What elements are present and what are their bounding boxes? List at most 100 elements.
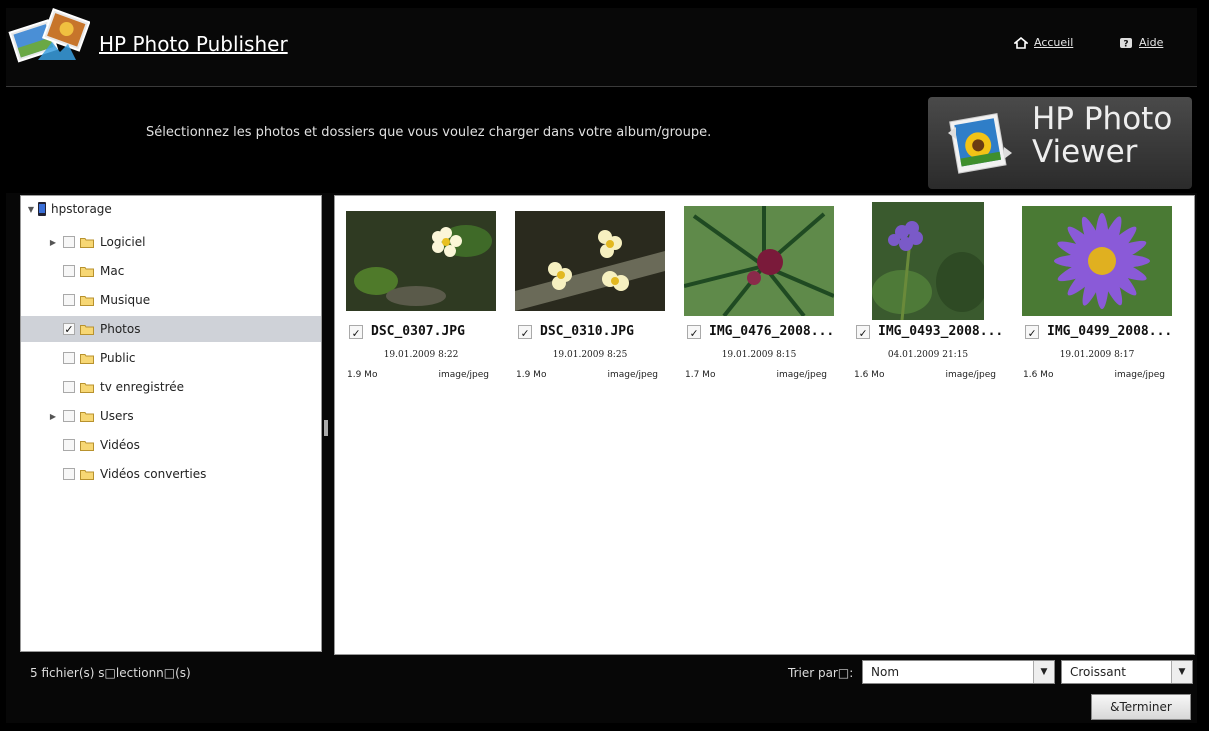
tree-item[interactable]: Musique xyxy=(21,287,321,313)
tree-item[interactable]: Mac xyxy=(21,258,321,284)
folder-checkbox[interactable] xyxy=(63,265,75,277)
folder-icon xyxy=(80,353,94,364)
sort-field-value: Nom xyxy=(871,665,900,679)
photo-size: 1.9 Mo xyxy=(347,370,378,380)
photo-size: 1.6 Mo xyxy=(854,370,885,380)
photo-date: 19.01.2009 8:17 xyxy=(1059,350,1135,360)
home-icon xyxy=(1014,36,1028,49)
viewer-line-2: Viewer xyxy=(1032,134,1138,170)
tree-root-label: hpstorage xyxy=(51,202,112,216)
tree-item[interactable]: Public xyxy=(21,345,321,371)
folder-icon xyxy=(80,411,94,422)
app-title[interactable]: HP Photo Publisher xyxy=(99,32,288,56)
tree-item[interactable]: ▶ Users xyxy=(21,403,321,429)
folder-icon xyxy=(80,266,94,277)
photo-filename-row: ✓ IMG_0493_2008... xyxy=(856,324,1016,340)
photo-checkbox[interactable]: ✓ xyxy=(856,324,870,340)
tree-item-label: tv enregistrée xyxy=(100,380,185,394)
folder-icon xyxy=(80,324,94,335)
photo-date: 19.01.2009 8:25 xyxy=(552,350,628,360)
folder-checkbox[interactable] xyxy=(63,410,75,422)
tree-item[interactable]: Vidéos xyxy=(21,432,321,458)
sort-label: Trier par□: xyxy=(788,666,854,680)
home-link[interactable]: Accueil xyxy=(1014,36,1073,49)
finish-button[interactable]: &Terminer xyxy=(1091,694,1191,720)
photo-filename: IMG_0476_2008... xyxy=(709,324,835,339)
photo-type: image/jpeg xyxy=(1114,370,1165,380)
photo-thumbnail[interactable] xyxy=(337,196,505,326)
photo-checkbox[interactable]: ✓ xyxy=(518,324,532,340)
photo-filename: IMG_0499_2008... xyxy=(1047,324,1173,339)
photo-filename-row: ✓ IMG_0499_2008... xyxy=(1025,324,1185,340)
folder-checkbox[interactable] xyxy=(63,236,75,248)
tree-item[interactable]: Vidéos converties xyxy=(21,461,321,487)
photo-size: 1.6 Mo xyxy=(1023,370,1054,380)
chevron-down-icon[interactable]: ▼ xyxy=(1033,661,1054,683)
tree-root[interactable]: ▼ hpstorage xyxy=(21,196,321,222)
tree-item[interactable]: ▶ Logiciel xyxy=(21,229,321,255)
photo-checkbox[interactable]: ✓ xyxy=(1025,324,1039,340)
viewer-line-1: HP Photo xyxy=(1032,101,1173,137)
folder-checkbox[interactable] xyxy=(63,294,75,306)
photo-card[interactable]: ✓ IMG_0499_2008... 19.01.2009 8:17 1.6 Mo im… xyxy=(1013,196,1181,396)
photo-date: 19.01.2009 8:22 xyxy=(383,350,459,360)
app-window: HP Photo Publisher Accueil ? Aide Sélect… xyxy=(6,8,1197,723)
tree-item[interactable]: tv enregistrée xyxy=(21,374,321,400)
folder-checkbox[interactable] xyxy=(63,352,75,364)
selection-status: 5 fichier(s) s□lectionn□(s) xyxy=(30,666,191,680)
tree-item-label: Photos xyxy=(100,322,141,336)
expand-icon[interactable]: ▶ xyxy=(47,412,59,421)
folder-checkbox[interactable] xyxy=(63,439,75,451)
help-link[interactable]: ? Aide xyxy=(1119,36,1163,49)
photo-size: 1.9 Mo xyxy=(516,370,547,380)
collapse-icon[interactable]: ▼ xyxy=(25,205,37,214)
photo-type: image/jpeg xyxy=(607,370,658,380)
photo-card[interactable]: ✓ IMG_0493_2008... 04.01.2009 21:15 1.6 Mo i… xyxy=(844,196,1012,396)
folder-checkbox[interactable]: ✓ xyxy=(63,323,75,336)
photo-type: image/jpeg xyxy=(945,370,996,380)
photo-thumbnail[interactable] xyxy=(1013,196,1181,326)
folder-icon xyxy=(80,295,94,306)
photo-checkbox[interactable]: ✓ xyxy=(687,324,701,340)
instruction-band: Sélectionnez les photos et dossiers que … xyxy=(6,87,1197,193)
photo-card[interactable]: ✓ IMG_0476_2008... 19.01.2009 8:15 1.7 Mo im… xyxy=(675,196,843,396)
photo-card[interactable]: ✓ DSC_0307.JPG 19.01.2009 8:22 1.9 Mo image/… xyxy=(337,196,505,396)
photo-thumbnail[interactable] xyxy=(844,196,1012,326)
home-link-label: Accueil xyxy=(1034,36,1074,49)
svg-text:?: ? xyxy=(1123,39,1128,49)
folder-checkbox[interactable] xyxy=(63,381,75,393)
photo-grid[interactable]: ✓ DSC_0307.JPG 19.01.2009 8:22 1.9 Mo image/… xyxy=(334,195,1195,655)
photo-type: image/jpeg xyxy=(776,370,827,380)
folder-tree[interactable]: ▼ hpstorage ▶ Logiciel Mac Musique ✓ Photos Pu… xyxy=(20,195,322,652)
photo-thumbnail[interactable] xyxy=(506,196,674,326)
sort-order-select[interactable]: Croissant ▼ xyxy=(1061,660,1193,684)
photo-checkbox[interactable]: ✓ xyxy=(349,324,363,340)
photo-filename: DSC_0310.JPG xyxy=(540,324,634,339)
tree-item-label: Users xyxy=(100,409,134,423)
photo-thumbnail[interactable] xyxy=(675,196,843,326)
folder-icon xyxy=(80,469,94,480)
folder-checkbox[interactable] xyxy=(63,468,75,480)
sort-field-select[interactable]: Nom ▼ xyxy=(862,660,1055,684)
photo-date: 19.01.2009 8:15 xyxy=(721,350,797,360)
photo-card[interactable]: ✓ DSC_0310.JPG 19.01.2009 8:25 1.9 Mo image/… xyxy=(506,196,674,396)
folder-icon xyxy=(80,382,94,393)
expand-icon[interactable]: ▶ xyxy=(47,238,59,247)
tree-item-label: Logiciel xyxy=(100,235,146,249)
photo-size: 1.7 Mo xyxy=(685,370,716,380)
folder-icon xyxy=(80,440,94,451)
header: HP Photo Publisher Accueil ? Aide xyxy=(6,8,1197,87)
help-link-label: Aide xyxy=(1139,36,1164,49)
folder-icon xyxy=(80,237,94,248)
tree-item[interactable]: ✓ Photos xyxy=(21,316,321,342)
photo-filename-row: ✓ DSC_0310.JPG xyxy=(518,324,678,340)
tree-item-label: Vidéos xyxy=(100,438,140,452)
photo-date: 04.01.2009 21:15 xyxy=(887,350,969,360)
panel-splitter-handle[interactable] xyxy=(324,420,328,436)
photo-type: image/jpeg xyxy=(438,370,489,380)
photo-viewer-badge[interactable]: HP Photo Viewer xyxy=(928,97,1192,189)
tree-item-label: Mac xyxy=(100,264,125,278)
photo-publisher-logo-icon xyxy=(8,8,90,63)
sort-order-value: Croissant xyxy=(1070,665,1126,679)
chevron-down-icon[interactable]: ▼ xyxy=(1171,661,1192,683)
